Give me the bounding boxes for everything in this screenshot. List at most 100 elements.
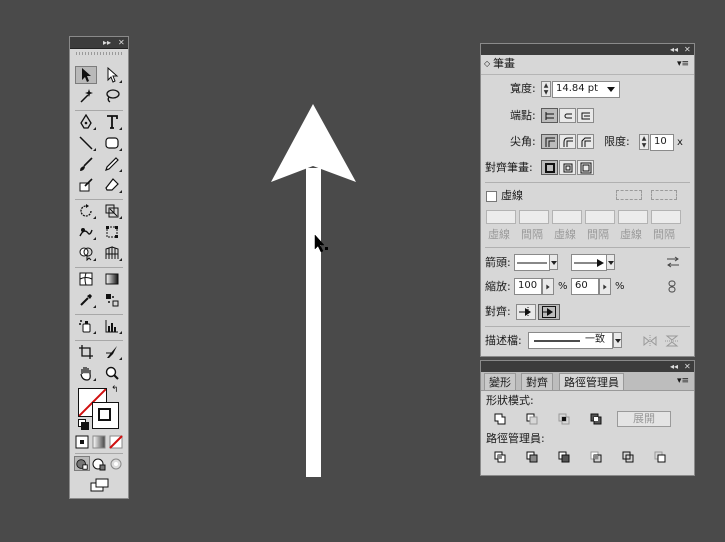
scale-tool-icon[interactable] — [101, 202, 123, 220]
round-join-icon[interactable] — [559, 134, 576, 149]
end-arrowhead-select[interactable] — [571, 254, 607, 271]
stroke-panel-title[interactable]: 筆畫 — [493, 57, 515, 71]
swap-arrowheads-icon[interactable] — [666, 256, 680, 271]
gap-field-3[interactable] — [651, 210, 681, 224]
align-center-icon[interactable] — [541, 160, 558, 175]
gap-field-2[interactable] — [585, 210, 615, 224]
tab-pathfinder[interactable]: 路徑管理員 — [559, 373, 624, 390]
projecting-cap-icon[interactable] — [577, 108, 594, 123]
magic-wand-tool-icon[interactable] — [75, 87, 97, 105]
default-colors-icon[interactable] — [78, 419, 89, 430]
draw-behind-icon[interactable] — [91, 456, 107, 471]
start-arrowhead-select[interactable] — [514, 254, 550, 271]
perspective-grid-tool-icon[interactable] — [101, 244, 123, 262]
outline-icon[interactable] — [618, 449, 638, 465]
end-scale-stepper[interactable] — [599, 278, 611, 295]
profile-select[interactable]: 一致 — [528, 332, 613, 349]
expand-button[interactable]: 展開 — [617, 411, 671, 427]
zoom-tool-icon[interactable] — [101, 364, 123, 382]
pen-tool-icon[interactable] — [75, 113, 97, 131]
dash-field-3[interactable] — [618, 210, 648, 224]
align-outside-icon[interactable] — [577, 160, 594, 175]
exclude-icon[interactable] — [586, 411, 606, 427]
hand-tool-icon[interactable] — [75, 364, 97, 382]
panel-menu-icon[interactable]: ▾≡ — [677, 374, 689, 388]
expand-panel-icon[interactable]: ▸▸ — [103, 37, 111, 48]
gap-field-1[interactable] — [519, 210, 549, 224]
screen-mode-icon[interactable] — [88, 477, 112, 493]
minus-front-icon[interactable] — [522, 411, 542, 427]
type-tool-icon[interactable] — [101, 113, 123, 131]
end-arrowhead-dropdown[interactable] — [606, 254, 615, 270]
crop-icon[interactable] — [586, 449, 606, 465]
arrow-shaft[interactable] — [306, 168, 321, 477]
gradient-tool-icon[interactable] — [101, 270, 123, 288]
draw-inside-icon[interactable] — [108, 456, 124, 471]
start-scale-stepper[interactable] — [542, 278, 554, 295]
end-scale-input[interactable]: 60 — [571, 278, 599, 295]
dash-field-2[interactable] — [552, 210, 582, 224]
slice-tool-icon[interactable] — [101, 343, 123, 361]
intersect-icon[interactable] — [554, 411, 574, 427]
limit-input[interactable]: 10 — [650, 134, 674, 151]
flip-across-icon[interactable] — [665, 335, 679, 350]
start-arrowhead-dropdown[interactable] — [549, 254, 558, 270]
close-icon[interactable]: ✕ — [118, 37, 125, 48]
miter-join-icon[interactable] — [541, 134, 558, 149]
close-icon[interactable]: ✕ — [684, 44, 691, 55]
chevron-down-icon[interactable] — [607, 87, 615, 92]
trim-icon[interactable] — [522, 449, 542, 465]
unite-icon[interactable] — [490, 411, 510, 427]
panel-menu-icon[interactable]: ▾≡ — [677, 57, 689, 71]
stroke-panel-tab[interactable]: ◇ 筆畫 ▾≡ — [481, 55, 694, 75]
none-mode-icon[interactable] — [108, 435, 124, 449]
free-transform-tool-icon[interactable] — [101, 223, 123, 241]
link-scale-icon[interactable] — [668, 280, 676, 296]
tab-align[interactable]: 對齊 — [521, 373, 553, 390]
panel-grip[interactable] — [76, 52, 122, 55]
profile-dropdown[interactable] — [613, 332, 622, 348]
warp-tool-icon[interactable] — [75, 223, 97, 241]
collapse-panel-icon[interactable]: ◂◂ — [670, 44, 678, 55]
shape-builder-tool-icon[interactable] — [75, 244, 97, 262]
stroke-panel-header[interactable]: ◂◂ ✕ — [481, 44, 694, 55]
weight-input[interactable]: 14.84 pt — [552, 81, 620, 98]
extend-arrow-tip-icon[interactable] — [516, 304, 536, 320]
column-graph-tool-icon[interactable] — [101, 317, 123, 335]
stroke-swatch[interactable] — [92, 402, 119, 429]
preserve-dash-icon[interactable] — [616, 190, 642, 200]
paintbrush-tool-icon[interactable] — [75, 155, 97, 173]
symbol-sprayer-tool-icon[interactable] — [75, 317, 97, 335]
swatch-toggle-icon[interactable]: ↰ — [111, 385, 122, 395]
tab-transform[interactable]: 變形 — [484, 373, 516, 390]
weight-stepper[interactable]: ▲ ▼ — [541, 81, 551, 97]
rectangle-tool-icon[interactable] — [101, 134, 123, 152]
eyedropper-tool-icon[interactable] — [75, 291, 97, 309]
panel-toggle-icon[interactable]: ◇ — [484, 57, 490, 71]
selection-tool-icon[interactable] — [75, 66, 97, 84]
lasso-tool-icon[interactable] — [101, 87, 123, 105]
direct-selection-tool-icon[interactable] — [101, 66, 123, 84]
mesh-tool-icon[interactable] — [75, 270, 97, 288]
pathfinder-panel-header[interactable]: ◂◂ ✕ — [481, 361, 694, 372]
dash-field-1[interactable] — [486, 210, 516, 224]
rotate-tool-icon[interactable] — [75, 202, 97, 220]
close-icon[interactable]: ✕ — [684, 361, 691, 372]
divide-icon[interactable] — [490, 449, 510, 465]
flip-along-icon[interactable] — [643, 335, 657, 350]
eraser-tool-icon[interactable] — [101, 176, 123, 194]
line-tool-icon[interactable] — [75, 134, 97, 152]
gradient-mode-icon[interactable] — [91, 435, 107, 449]
tools-panel-header[interactable]: ▸▸ ✕ — [70, 37, 128, 49]
bevel-join-icon[interactable] — [577, 134, 594, 149]
blend-tool-icon[interactable] — [101, 291, 123, 309]
color-mode-icon[interactable] — [74, 435, 90, 449]
minus-back-icon[interactable] — [650, 449, 670, 465]
dashed-line-checkbox[interactable] — [486, 191, 497, 202]
butt-cap-icon[interactable] — [541, 108, 558, 123]
round-cap-icon[interactable] — [559, 108, 576, 123]
draw-normal-icon[interactable] — [74, 456, 90, 471]
start-scale-input[interactable]: 100 — [514, 278, 542, 295]
align-dash-icon[interactable] — [651, 190, 677, 200]
limit-stepper[interactable]: ▲ ▼ — [639, 134, 649, 150]
